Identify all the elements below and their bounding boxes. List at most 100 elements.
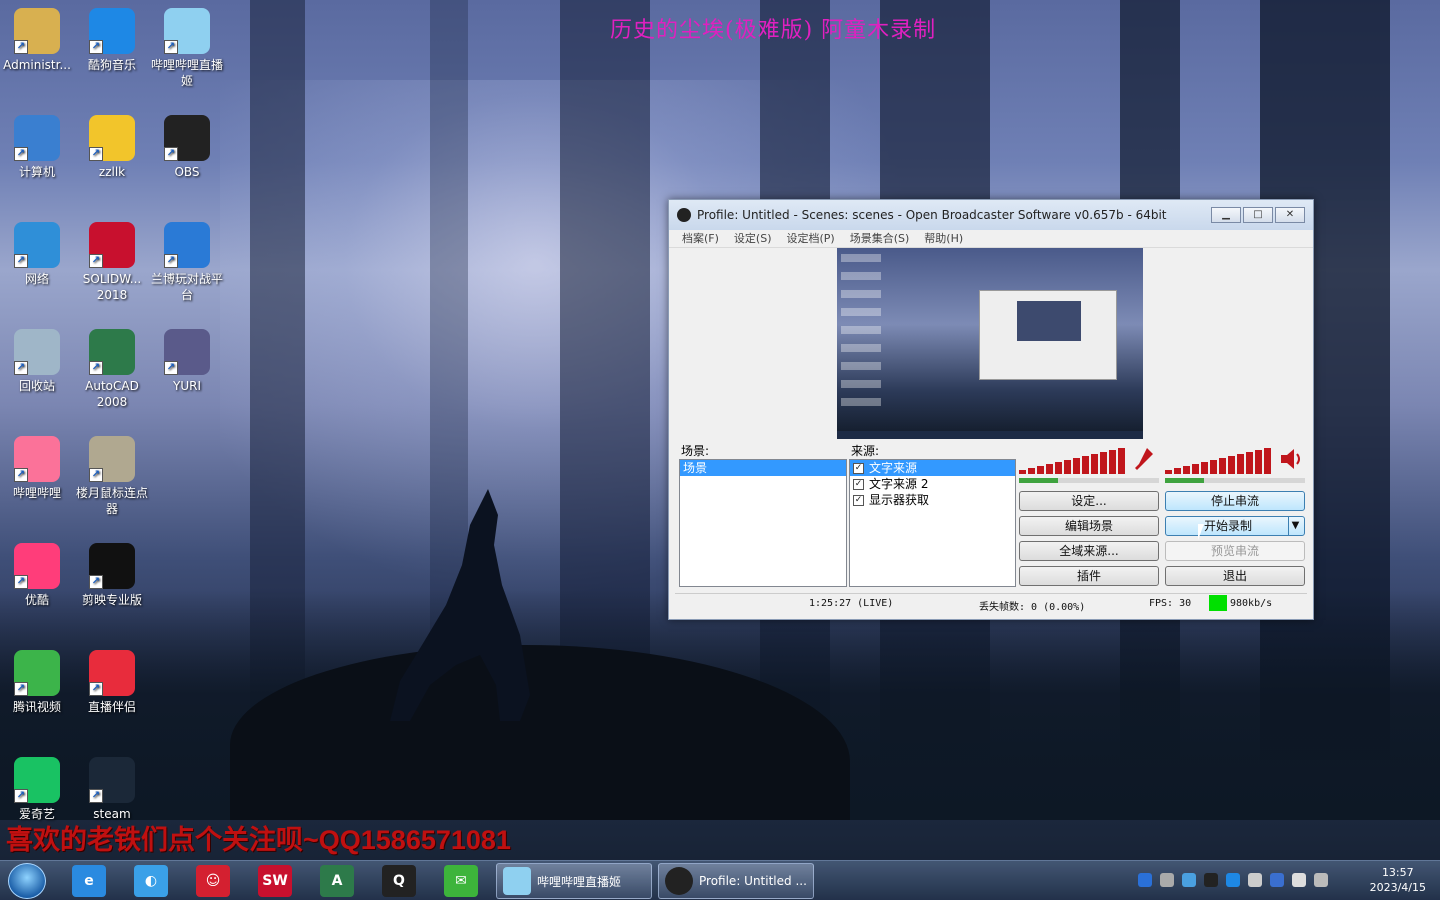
shortcut-arrow-icon: ↗ <box>89 40 103 54</box>
preview-taskbar <box>837 431 1143 439</box>
desktop-icon[interactable]: ↗ 兰博玩对战平台 <box>150 222 224 303</box>
microphone-icon[interactable] <box>1133 446 1155 472</box>
desktop-icon[interactable]: ↗ 楼月鼠标连点器 <box>75 436 149 517</box>
scenes-label: 场景: <box>681 444 710 458</box>
shortcut-arrow-icon: ↗ <box>89 254 103 268</box>
menu-help[interactable]: 帮助(H) <box>924 230 963 247</box>
user-folder-icon: ↗ <box>14 8 60 54</box>
obs-title-bar[interactable]: Profile: Untitled - Scenes: scenes - Ope… <box>669 200 1313 230</box>
desktop-icon[interactable]: ↗ 计算机 <box>0 115 74 180</box>
start-button[interactable] <box>8 863 46 899</box>
source-name: 文字来源 <box>869 461 918 475</box>
tray-arrow-icon[interactable] <box>1160 873 1174 887</box>
preview-stream-button[interactable]: 预览串流 <box>1165 541 1305 561</box>
shortcut-arrow-icon: ↗ <box>89 361 103 375</box>
recycle-bin-icon: ↗ <box>14 329 60 375</box>
desktop-icon[interactable]: ↗ 网络 <box>0 222 74 287</box>
obs-icon: ↗ <box>164 115 210 161</box>
mic-volume-meter[interactable] <box>1019 448 1125 474</box>
browser-icon[interactable]: ◐ <box>134 865 168 897</box>
desktop-icon[interactable]: ↗ 哔哩哔哩直播姬 <box>150 8 224 89</box>
shortcut-arrow-icon: ↗ <box>14 575 28 589</box>
desktop-icon-label: 网络 <box>24 272 49 286</box>
qq-tray-icon[interactable] <box>1204 873 1218 887</box>
tencent-video-icon: ↗ <box>14 650 60 696</box>
bilibili-icon: ↗ <box>14 436 60 482</box>
solidworks-taskbar-icon[interactable]: SW <box>258 865 292 897</box>
qq-icon[interactable]: Q <box>382 865 416 897</box>
desktop-icon-label: SOLIDW... 2018 <box>82 272 142 302</box>
edit-scene-button[interactable]: 编辑场景 <box>1019 516 1159 536</box>
desktop-icon[interactable]: ↗ 哔哩哔哩 <box>0 436 74 501</box>
desktop-icon[interactable]: ↗ 酷狗音乐 <box>75 8 149 73</box>
source-checkbox[interactable]: ✓ <box>853 494 864 506</box>
source-item[interactable]: ✓ 文字来源 <box>850 460 1015 476</box>
desktop-icon[interactable]: ↗ 直播伴侣 <box>75 650 149 715</box>
sources-list[interactable]: ✓ 文字来源 ✓ 文字来源 2 ✓ 显示器获取 <box>849 459 1016 587</box>
scenes-list[interactable]: 场景 <box>679 459 847 587</box>
desktop-icon[interactable]: ↗ YURI <box>150 329 224 394</box>
mic-level-bar <box>1019 478 1159 483</box>
desktop-icon[interactable]: ↗ steam <box>75 757 149 822</box>
kugou-tray-icon[interactable] <box>1226 873 1240 887</box>
source-name: 文字来源 2 <box>869 477 929 491</box>
solidworks-icon: ↗ <box>89 222 135 268</box>
source-item[interactable]: ✓ 文字来源 2 <box>850 476 1015 492</box>
desktop-icon[interactable]: ↗ OBS <box>150 115 224 180</box>
shortcut-arrow-icon: ↗ <box>14 468 28 482</box>
desktop-icon[interactable]: ↗ 回收站 <box>0 329 74 394</box>
obs-task-icon <box>665 867 693 895</box>
menu-scene-collection[interactable]: 场景集合(S) <box>850 230 910 247</box>
menu-settings-profile[interactable]: 设定档(P) <box>787 230 835 247</box>
volume-icon[interactable] <box>1292 873 1306 887</box>
minimize-button[interactable]: ▁ <box>1211 207 1241 223</box>
chevron-down-icon[interactable]: ▼ <box>1288 517 1302 535</box>
desktop-icon[interactable]: ↗ AutoCAD 2008 <box>75 329 149 410</box>
network-tray-icon[interactable] <box>1182 873 1196 887</box>
yuri-icon: ↗ <box>164 329 210 375</box>
desktop-icon[interactable]: ↗ 优酷 <box>0 543 74 608</box>
autocad-taskbar-icon[interactable]: A <box>320 865 354 897</box>
device-tray-icon[interactable] <box>1248 873 1262 887</box>
menu-settings[interactable]: 设定(S) <box>734 230 772 247</box>
desktop-icon[interactable]: ↗ SOLIDW... 2018 <box>75 222 149 303</box>
bitrate-indicator <box>1209 595 1227 611</box>
obs-window[interactable]: Profile: Untitled - Scenes: scenes - Ope… <box>668 199 1314 620</box>
start-recording-button[interactable]: 开始录制 ▼ <box>1165 516 1305 536</box>
scene-item[interactable]: 场景 <box>680 460 846 476</box>
global-sources-button[interactable]: 全域来源... <box>1019 541 1159 561</box>
plugins-button[interactable]: 插件 <box>1019 566 1159 586</box>
exit-button[interactable]: 退出 <box>1165 566 1305 586</box>
taskbar-task-bilibili-live[interactable]: 哔哩哔哩直播姬 <box>496 863 652 899</box>
wechat-icon[interactable]: ✉ <box>444 865 478 897</box>
display-tray-icon[interactable] <box>1314 873 1328 887</box>
desktop-icon[interactable]: ↗ 腾讯视频 <box>0 650 74 715</box>
source-checkbox[interactable]: ✓ <box>853 462 864 474</box>
desktop-icon[interactable]: ↗ 爱奇艺 <box>0 757 74 822</box>
stop-stream-button[interactable]: 停止串流 <box>1165 491 1305 511</box>
desktop-icon[interactable]: ↗ Administr... <box>0 8 74 73</box>
close-button[interactable]: ✕ <box>1275 207 1305 223</box>
ie-icon[interactable]: e <box>72 865 106 897</box>
menu-profile[interactable]: 档案(F) <box>682 230 719 247</box>
source-checkbox[interactable]: ✓ <box>853 478 864 490</box>
desktop-volume-meter[interactable] <box>1165 448 1271 474</box>
desktop-icon-label: 直播伴侣 <box>87 700 136 714</box>
settings-button[interactable]: 设定... <box>1019 491 1159 511</box>
maximize-button[interactable]: □ <box>1243 207 1273 223</box>
bitrate-readout: 980kb/s <box>1230 598 1273 609</box>
taskbar-task-obs[interactable]: Profile: Untitled ... <box>658 863 814 899</box>
app-red-icon[interactable]: ☺ <box>196 865 230 897</box>
desktop-icon[interactable]: ↗ 剪映专业版 <box>75 543 149 608</box>
source-item[interactable]: ✓ 显示器获取 <box>850 492 1015 508</box>
clock-date: 2023/4/15 <box>1369 881 1426 894</box>
shortcut-arrow-icon: ↗ <box>14 40 28 54</box>
shield-icon[interactable] <box>1270 873 1284 887</box>
clock[interactable]: 13:57 2023/4/15 <box>1370 865 1426 895</box>
start-recording-label: 开始录制 <box>1203 519 1252 533</box>
speaker-icon[interactable] <box>1279 448 1303 470</box>
desktop-icon-label: 回收站 <box>18 379 55 393</box>
search-tray-icon[interactable] <box>1138 873 1152 887</box>
fps-readout: FPS: 30 <box>1149 598 1192 609</box>
desktop-icon[interactable]: ↗ zzllk <box>75 115 149 180</box>
